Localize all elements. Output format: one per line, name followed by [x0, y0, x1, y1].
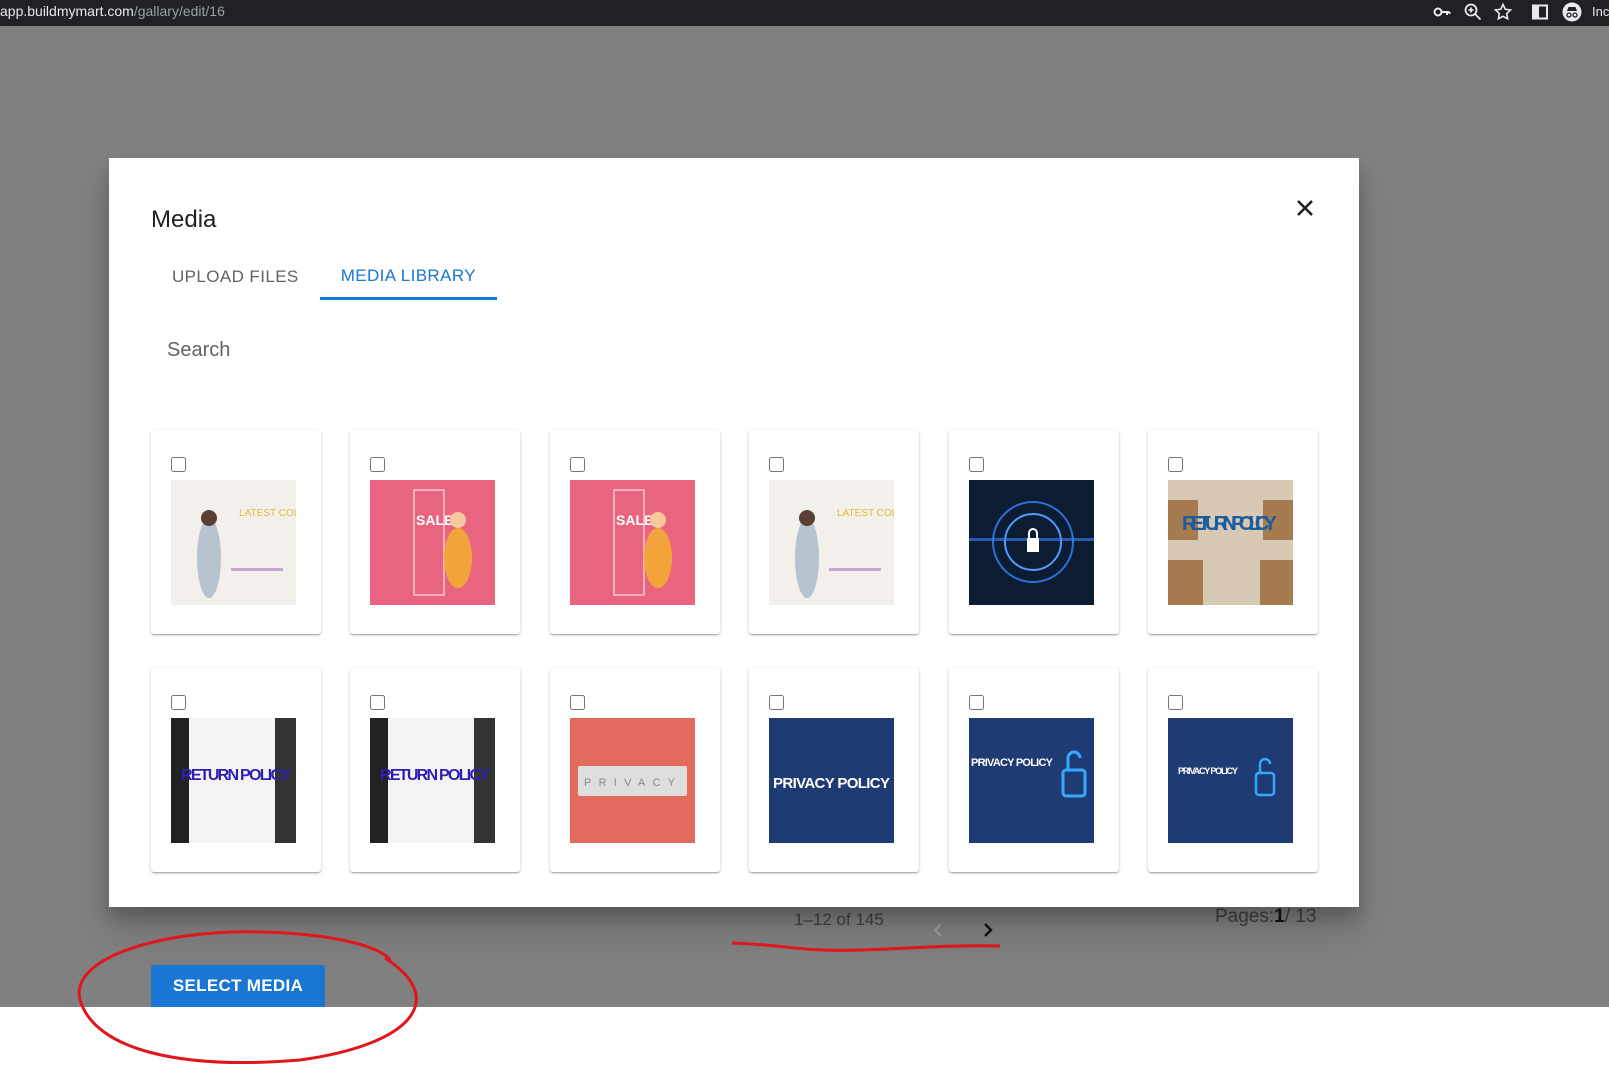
media-card[interactable]: PRIVACY POLICY [749, 668, 920, 872]
media-thumbnail[interactable]: PRIVACY POLICY [1167, 718, 1293, 843]
media-thumbnail[interactable]: PRIVACY POLICY [769, 718, 895, 843]
media-thumbnail[interactable] [968, 480, 1094, 605]
media-select-checkbox[interactable] [569, 457, 585, 472]
chevron-right-icon [984, 923, 993, 937]
pages-indicator: Pages:1/ 13 [1215, 906, 1316, 928]
pages-label: Pages: [1215, 906, 1275, 927]
previous-page-button[interactable] [926, 918, 950, 942]
media-thumbnail[interactable]: PRIVACY POLICY [968, 718, 1094, 843]
current-page: 1 [1274, 906, 1285, 927]
select-media-button[interactable]: SELECT MEDIA [151, 965, 325, 1007]
incognito-icon[interactable] [1562, 2, 1582, 22]
media-card[interactable] [948, 430, 1119, 634]
media-thumbnail[interactable]: SALE [569, 480, 695, 605]
thumb-text: LATEST COLLECTION [239, 508, 296, 519]
media-card[interactable]: PRIVACY POLICY [948, 668, 1119, 872]
url-host: app.buildmymart.com [0, 3, 134, 19]
media-thumbnail[interactable]: RETURN POLICY [1167, 480, 1293, 605]
media-dialog: Media UPLOAD FILES MEDIA LIBRARY LATEST … [109, 158, 1359, 907]
media-grid: LATEST COLLECTION SALE SALE LATEST COLLE… [151, 430, 1318, 872]
media-select-checkbox[interactable] [769, 457, 785, 472]
chevron-left-icon [933, 923, 942, 937]
media-thumbnail[interactable]: PRIVACY [569, 718, 695, 843]
media-select-checkbox[interactable] [968, 457, 984, 472]
key-icon[interactable] [1432, 2, 1452, 22]
media-card[interactable]: SALE [350, 430, 521, 634]
media-select-checkbox[interactable] [171, 695, 186, 710]
zoom-icon[interactable] [1463, 2, 1483, 22]
media-card[interactable]: LATEST COLLECTION [151, 430, 321, 634]
media-thumbnail[interactable]: RETURN POLICY [370, 718, 496, 843]
media-card[interactable]: RETURN POLICY [151, 668, 321, 872]
url-path: /gallary/edit/16 [133, 3, 225, 19]
media-select-checkbox[interactable] [569, 695, 585, 710]
close-button[interactable] [1287, 190, 1323, 226]
thumb-text: RETURN POLICY [1182, 513, 1278, 535]
media-select-checkbox[interactable] [769, 695, 785, 710]
media-card[interactable]: RETURN POLICY [350, 668, 521, 872]
media-thumbnail[interactable]: LATEST COLLECTION [769, 480, 895, 605]
media-select-checkbox[interactable] [171, 457, 186, 472]
media-card[interactable]: RETURN POLICY [1147, 430, 1318, 634]
thumb-text: PRIVACY POLICY [971, 757, 1054, 769]
tab-upload-files[interactable]: UPLOAD FILES [151, 254, 320, 300]
next-page-button[interactable] [976, 918, 1000, 942]
sidebar-icon[interactable] [1530, 2, 1550, 22]
pagination-range: 1–12 of 145 [794, 910, 884, 929]
media-select-checkbox[interactable] [968, 695, 984, 710]
thumb-text: SALE [416, 512, 453, 528]
thumb-text: PRIVACY POLICY [1178, 766, 1238, 776]
star-icon[interactable] [1493, 2, 1513, 22]
media-thumbnail[interactable]: RETURN POLICY [171, 718, 296, 843]
media-card[interactable]: LATEST COLLECTION [749, 430, 920, 634]
browser-toolbar: app.buildmymart.com/gallary/edit/16 Inc [0, 0, 1609, 26]
dialog-tabs: UPLOAD FILES MEDIA LIBRARY [151, 254, 497, 300]
media-card[interactable]: PRIVACY POLICY [1147, 668, 1318, 872]
address-bar[interactable]: app.buildmymart.com/gallary/edit/16 [0, 2, 225, 20]
total-pages: / 13 [1284, 906, 1317, 927]
thumb-text: LATEST COLLECTION [837, 508, 894, 519]
close-icon [1297, 200, 1313, 216]
profile-label[interactable]: Inc [1592, 4, 1609, 19]
thumb-text: RETURN POLICY [380, 767, 490, 784]
media-select-checkbox[interactable] [370, 457, 386, 472]
tab-media-library[interactable]: MEDIA LIBRARY [319, 254, 497, 300]
media-thumbnail[interactable]: LATEST COLLECTION [171, 480, 296, 605]
thumb-text: PRIVACY POLICY [773, 775, 890, 792]
media-select-checkbox[interactable] [1167, 457, 1183, 472]
dialog-title: Media [151, 206, 217, 233]
media-card[interactable]: PRIVACY [549, 668, 720, 872]
media-card[interactable]: SALE [549, 430, 720, 634]
media-thumbnail[interactable]: SALE [370, 480, 496, 605]
media-select-checkbox[interactable] [1167, 695, 1183, 710]
search-input[interactable] [167, 333, 667, 367]
thumb-text: SALE [616, 512, 653, 528]
thumb-text: RETURN POLICY [181, 767, 291, 784]
media-select-checkbox[interactable] [370, 695, 386, 710]
